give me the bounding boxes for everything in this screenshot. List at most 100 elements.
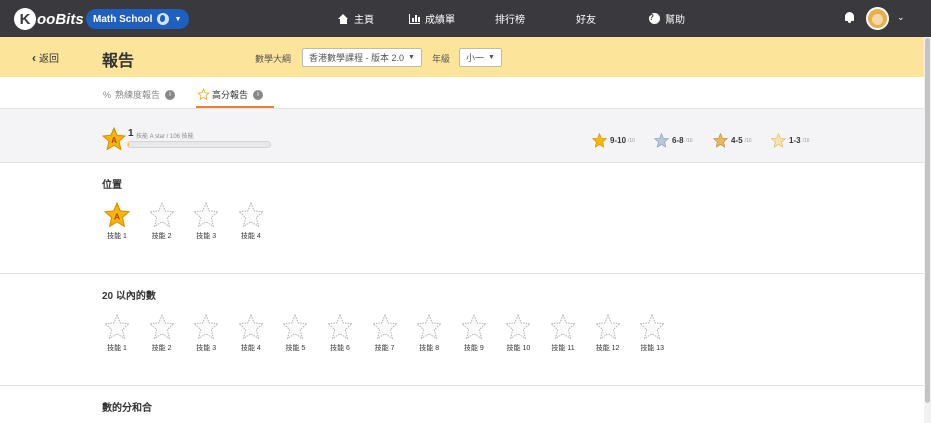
skill-item[interactable]: A 技能 1 — [102, 202, 132, 241]
a-star-progress-bar — [127, 141, 271, 148]
empty-star-icon — [327, 314, 353, 340]
info-icon[interactable]: i — [253, 89, 264, 100]
legend-gold: 9-10/10 — [592, 133, 635, 148]
skill-label: 技能 11 — [551, 345, 575, 352]
empty-star-icon — [371, 314, 398, 340]
star-outline-icon — [197, 88, 210, 101]
school-name: Math School — [93, 13, 153, 25]
chevron-down-icon: ▼ — [174, 15, 182, 23]
skill-item[interactable]: 技能 2 — [147, 202, 177, 241]
bell-icon[interactable] — [844, 11, 855, 24]
light-star-icon — [771, 133, 786, 148]
empty-star-icon — [282, 314, 309, 340]
skill-label: 技能 10 — [506, 345, 531, 352]
empty-star-icon — [639, 314, 666, 340]
skill-label: 技能 5 — [285, 345, 306, 352]
legend-bronze: 4-5/10 — [713, 133, 752, 148]
skill-item[interactable]: 技能 1 — [102, 314, 132, 353]
logo-k-mark: K — [14, 8, 36, 30]
a-star-progress-fill — [128, 142, 130, 147]
skill-item[interactable]: 技能 4 — [236, 202, 266, 241]
skill-item[interactable]: 技能 7 — [370, 314, 400, 353]
tab-high-score-report[interactable]: 高分報告 i — [197, 88, 264, 101]
back-label: 返回 — [39, 54, 59, 65]
bronze-star-icon — [713, 133, 728, 148]
tab-proficiency-report[interactable]: % 熟練度報告 i — [103, 88, 176, 101]
section-numbers-to-20: 20 以內的數 技能 1 技能 2 技能 3 技能 4 技能 5 技能 6 技能 7 技能 8… — [0, 274, 931, 386]
skill-item[interactable]: 技能 9 — [459, 314, 489, 353]
legend-bronze-suffix: /10 — [744, 137, 752, 144]
skill-item[interactable]: 技能 6 — [325, 314, 355, 353]
empty-star-icon — [460, 314, 487, 340]
school-switcher[interactable]: Math School ▼ — [86, 9, 190, 29]
skill-item[interactable]: 技能 12 — [593, 314, 623, 353]
skill-item[interactable]: 技能 11 — [548, 314, 578, 353]
skill-label: 技能 2 — [151, 233, 172, 240]
page-header: ‹ 返回 報告 數學大綱 香港數學課程 - 版本 2.0 ▼ 年級 小一 ▼ — [0, 37, 931, 77]
empty-star-icon — [193, 314, 220, 340]
skill-item[interactable]: 技能 3 — [191, 202, 221, 241]
syllabus-select[interactable]: 香港數學課程 - 版本 2.0 ▼ — [302, 48, 422, 67]
friends-icon — [569, 13, 571, 24]
empty-star-icon — [550, 314, 576, 340]
legend-light-suffix: /10 — [802, 137, 810, 144]
active-tab-indicator — [196, 106, 274, 108]
empty-star-icon — [104, 314, 130, 340]
nav-leaderboard[interactable]: 排行榜 — [487, 11, 525, 26]
empty-star-icon — [416, 314, 443, 340]
skill-item[interactable]: 技能 13 — [637, 314, 667, 353]
home-icon — [338, 13, 349, 24]
globe-icon — [157, 13, 170, 25]
skill-item[interactable]: 技能 10 — [503, 314, 533, 353]
scrollbar-thumb[interactable] — [925, 38, 930, 403]
skill-label: 技能 1 — [107, 345, 127, 352]
empty-star-icon — [505, 314, 532, 340]
a-star-icon: A — [104, 202, 130, 228]
star-badge-letter: A — [114, 211, 121, 221]
nav-home-label: 主頁 — [354, 15, 374, 26]
empty-star-icon — [148, 202, 175, 228]
legend-silver-label: 6-8 — [672, 136, 684, 145]
nav-home[interactable]: 主頁 — [338, 11, 374, 26]
legend-silver: 6-8/10 — [654, 133, 693, 148]
a-star-icon: A — [102, 127, 126, 151]
skill-item[interactable]: 技能 8 — [414, 314, 444, 353]
skill-item[interactable]: 技能 2 — [147, 314, 177, 353]
back-button[interactable]: ‹ 返回 — [32, 50, 59, 66]
top-nav: K ooBits Math School ▼ 主頁 成績單 排行榜 好友 ? 幫… — [0, 0, 931, 37]
koobits-logo[interactable]: K ooBits — [14, 8, 84, 30]
info-icon[interactable]: i — [165, 89, 176, 100]
legend-gold-suffix: /10 — [628, 137, 635, 144]
summary-row: A 1 技能 A star / 106 技能 9-10/10 6-8/10 4-… — [0, 117, 931, 163]
section-position: 位置 A 技能 1 技能 2 技能 3 技能 4 — [0, 163, 931, 274]
skill-item[interactable]: 技能 4 — [236, 314, 266, 353]
skill-label: 技能 12 — [595, 345, 620, 352]
nav-help[interactable]: ? 幫助 — [649, 11, 685, 26]
grade-value: 小一 — [466, 53, 485, 63]
svg-text:A: A — [111, 136, 117, 145]
avatar[interactable] — [866, 7, 889, 30]
nav-report-card[interactable]: 成績單 — [409, 11, 455, 26]
section-title: 位置 — [102, 180, 122, 191]
chevron-down-icon[interactable]: ⌄ — [897, 12, 905, 23]
skill-label: 技能 13 — [640, 345, 665, 352]
legend-light: 1-3/10 — [771, 133, 810, 148]
nav-friends[interactable]: 好友 — [569, 11, 596, 26]
tab-proficiency-label: 熟練度報告 — [115, 90, 161, 100]
skill-item[interactable]: 技能 5 — [280, 314, 310, 353]
skill-label: 技能 9 — [463, 345, 484, 352]
skill-label: 技能 3 — [196, 233, 217, 240]
nav-leaderboard-label: 排行榜 — [495, 15, 525, 26]
syllabus-value: 香港數學課程 - 版本 2.0 — [309, 53, 405, 63]
skill-item[interactable]: 技能 3 — [191, 314, 221, 353]
grade-select[interactable]: 小一 ▼ — [459, 48, 502, 67]
percent-icon: % — [103, 89, 112, 100]
gold-star-icon — [592, 133, 607, 148]
empty-star-icon — [237, 202, 264, 228]
page-title: 報告 — [102, 53, 135, 70]
leaderboard-icon — [487, 14, 490, 24]
skill-label: 技能 6 — [330, 345, 350, 352]
nav-friends-label: 好友 — [576, 15, 596, 26]
legend-gold-label: 9-10 — [610, 136, 627, 145]
empty-star-icon — [193, 202, 220, 228]
